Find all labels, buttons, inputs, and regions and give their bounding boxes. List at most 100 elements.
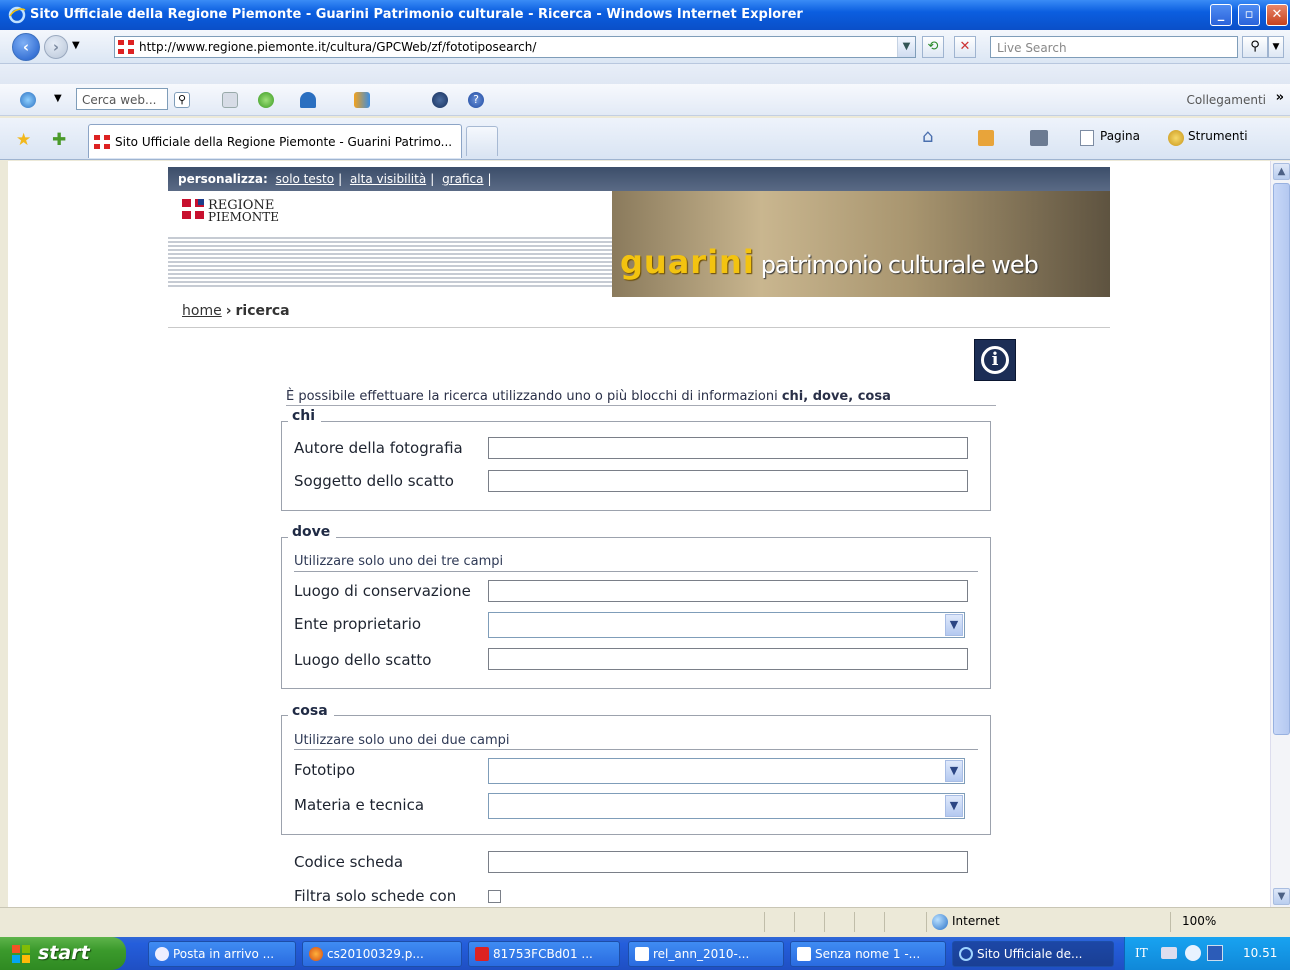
scroll-down-icon[interactable]: ▼ [1273,888,1290,905]
strumenti-menu[interactable]: Strumenti [1188,129,1248,143]
info-icon: i [981,346,1009,374]
refresh-icon[interactable]: ⟲ [922,36,944,58]
task-posta[interactable]: Posta in arrivo ... [148,941,296,967]
new-tab-button[interactable] [466,126,498,156]
alta-visibilita-link[interactable]: alta visibilità [350,172,426,186]
window-title-bar[interactable]: Sito Ufficiale della Regione Piemonte - … [0,0,1290,30]
url-dropdown-icon[interactable]: ▼ [897,37,915,57]
help-icon[interactable]: ? [468,92,484,108]
regione-piemonte-logo[interactable]: REGIONE PIEMONTE [182,197,302,225]
search-options-icon[interactable]: ▼ [1268,36,1284,58]
toolbar-circle-icon[interactable] [432,92,448,108]
breadcrumb-separator: › [225,303,232,319]
chevron-down-icon[interactable]: ▼ [945,795,963,817]
tray-arrow-icon[interactable] [1185,945,1201,961]
toolbar-mail-icon[interactable] [354,92,370,108]
luogo-scatto-label: Luogo dello scatto [294,651,432,669]
codice-input[interactable] [488,851,968,873]
site-banner: REGIONE PIEMONTE guarini patrimonio cultu… [168,191,1110,297]
favorites-star-icon[interactable]: ★ [16,130,31,150]
url-field[interactable]: http://www.regione.piemonte.it/cultura/G… [114,36,916,58]
grafica-link[interactable]: grafica [442,172,483,186]
start-button[interactable]: start [0,937,126,970]
document-icon [635,947,649,961]
vertical-scrollbar[interactable]: ▲ ▼ [1270,161,1290,907]
history-dropdown-icon[interactable]: ▼ [72,40,80,51]
breadcrumb-home[interactable]: home [182,303,222,319]
tray-app-icon[interactable] [1207,945,1223,961]
cerca-web-search-icon[interactable]: ⚲ [174,92,190,108]
chevron-down-icon[interactable]: ▼ [945,760,963,782]
task-pdf[interactable]: 81753FCBd01 ... [468,941,620,967]
scroll-up-icon[interactable]: ▲ [1273,163,1290,180]
luogo-conservazione-input[interactable] [488,580,968,602]
print-icon[interactable] [1030,130,1048,146]
maximize-button[interactable]: ▫ [1238,4,1260,26]
task-firefox[interactable]: cs20100329.p... [302,941,462,967]
materia-select[interactable]: ▼ [488,793,965,819]
task-ie-active[interactable]: Sito Ufficiale de... [952,941,1114,967]
stop-icon[interactable]: ✕ [954,36,976,58]
forward-button[interactable]: › [44,35,68,59]
url-text: http://www.regione.piemonte.it/cultura/G… [139,40,537,54]
toolbar-figure-icon[interactable] [300,92,316,108]
search-icon[interactable]: ⚲ [1242,36,1268,58]
add-green-icon[interactable] [258,92,274,108]
search-toolbar: ▼ Cerca web... ⚲ ? Collegamenti » [0,84,1290,116]
page-icon [1080,130,1094,146]
materia-label: Materia e tecnica [294,796,425,814]
task-label: Senza nome 1 -... [815,947,921,961]
address-toolbar: ‹ › ▼ http://www.regione.piemonte.it/cul… [0,30,1290,64]
clock: 10.51 [1243,946,1278,960]
tab-active[interactable]: Sito Ufficiale della Regione Piemonte - … [88,124,462,158]
ente-label: Ente proprietario [294,615,422,633]
home-icon[interactable]: ⌂ [922,126,933,147]
toolbar-logo-icon[interactable] [20,92,36,108]
codice-label: Codice scheda [294,853,404,871]
tab-title: Sito Ufficiale della Regione Piemonte - … [115,135,453,149]
minimize-button[interactable]: _ [1210,4,1232,26]
fototipo-select[interactable]: ▼ [488,758,965,784]
filtra-checkbox[interactable] [488,890,501,903]
live-search-input[interactable]: Live Search [990,36,1238,58]
zoom-level[interactable]: 100% [1182,914,1216,928]
autore-input[interactable] [488,437,968,459]
solo-testo-link[interactable]: solo testo [276,172,334,186]
intro-bold: chi, dove, cosa [781,389,891,404]
status-divider [794,912,795,932]
piemonte-flag-icon [182,199,204,219]
task-label: Posta in arrivo ... [173,947,275,961]
keyboard-icon[interactable] [1161,947,1177,959]
mail-icon [155,947,169,961]
toolbar-menu-dropdown-icon[interactable]: ▼ [54,93,62,104]
toolbar-window-icon[interactable] [222,92,238,108]
pagina-menu[interactable]: Pagina [1100,129,1140,143]
breadcrumb-divider [168,327,1110,328]
status-divider [854,912,855,932]
security-zone[interactable]: Internet [952,914,1000,928]
dove-hint: Utilizzare solo uno dei tre campi [294,554,504,569]
info-button[interactable]: i [974,339,1016,381]
pdf-icon [475,947,489,961]
banner-title: guarini patrimonio culturale web [620,243,1039,283]
back-button[interactable]: ‹ [12,33,40,61]
chevron-down-icon[interactable]: ▼ [945,614,963,636]
cerca-web-input[interactable]: Cerca web... [76,88,168,110]
close-button[interactable]: ✕ [1266,4,1288,26]
toolbar-more-icon[interactable]: » [1276,90,1284,105]
collegamenti-link[interactable]: Collegamenti [1187,93,1266,107]
language-indicator[interactable]: IT [1135,946,1148,960]
luogo-scatto-input[interactable] [488,648,968,670]
task-senza-nome[interactable]: Senza nome 1 -... [790,941,946,967]
ente-select[interactable]: ▼ [488,612,965,638]
status-bar: Internet 100% [0,907,1290,935]
add-favorites-icon[interactable]: ✚ [52,130,66,150]
scroll-thumb[interactable] [1273,183,1290,735]
task-label: cs20100329.p... [327,947,424,961]
task-rel-ann[interactable]: rel_ann_2010-... [628,941,784,967]
feeds-icon[interactable] [978,130,994,146]
soggetto-input[interactable] [488,470,968,492]
fototipo-label: Fototipo [294,761,356,779]
internet-zone-icon [932,914,948,930]
cosa-legend: cosa [288,703,334,719]
